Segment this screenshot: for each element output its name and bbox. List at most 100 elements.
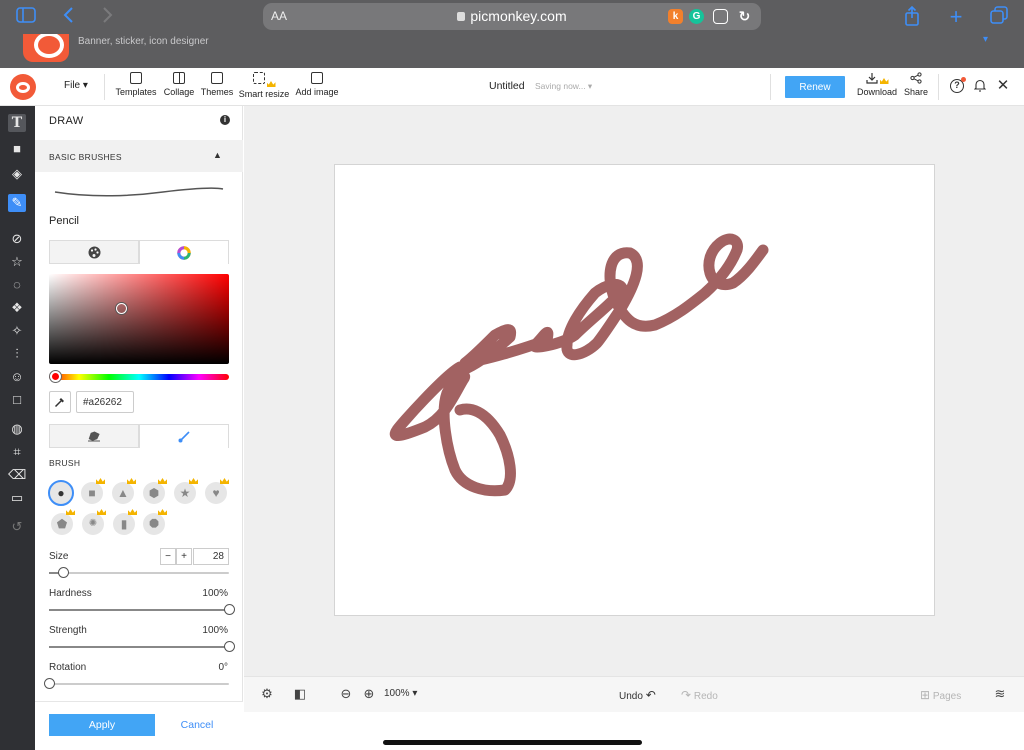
- tab-color-wheel[interactable]: [139, 240, 229, 264]
- redo-button[interactable]: ↷ Redo: [681, 688, 718, 702]
- zoom-level[interactable]: 100% ▾: [384, 688, 417, 699]
- document-title[interactable]: Untitled: [489, 80, 525, 92]
- strength-slider-fill: [49, 646, 229, 648]
- strength-slider[interactable]: [49, 641, 235, 652]
- back-icon[interactable]: [56, 6, 80, 28]
- extension-k-icon[interactable]: k: [668, 9, 683, 24]
- overlay-icon[interactable]: ◍: [8, 420, 26, 438]
- effects-icon[interactable]: ◌: [8, 276, 26, 294]
- new-tab-icon[interactable]: +: [944, 6, 968, 28]
- drawing-canvas[interactable]: [334, 164, 935, 616]
- eraser-icon[interactable]: ⌫: [8, 466, 26, 484]
- info-icon[interactable]: i: [220, 115, 230, 125]
- hue-slider[interactable]: [49, 374, 229, 380]
- canvas-frame-icon[interactable]: □: [8, 391, 26, 409]
- eyedropper-icon[interactable]: [49, 391, 71, 413]
- pages-button[interactable]: ⊞ Pages: [920, 688, 961, 702]
- sidebar-toggle-icon[interactable]: [14, 6, 38, 28]
- zoom-in-icon[interactable]: ⊕: [362, 687, 376, 701]
- brush-shape-blob[interactable]: ⬟: [51, 509, 75, 535]
- frames-icon[interactable]: ❖: [8, 299, 26, 317]
- forward-icon[interactable]: [96, 6, 120, 28]
- hexagon-icon: ⬢: [148, 486, 160, 500]
- reload-icon[interactable]: ↻: [737, 9, 752, 24]
- magic-wand-icon[interactable]: ✧: [8, 322, 26, 340]
- extension-icon[interactable]: [713, 9, 728, 24]
- tab-eraser[interactable]: [49, 424, 139, 448]
- camera-icon[interactable]: ■: [8, 140, 26, 158]
- graphics-icon[interactable]: ◈: [8, 165, 26, 183]
- size-input[interactable]: [193, 548, 229, 565]
- size-slider[interactable]: [49, 567, 229, 578]
- color-saturation-field[interactable]: [49, 274, 229, 364]
- compare-icon[interactable]: ◧: [293, 687, 307, 701]
- textures-icon[interactable]: ⊘: [8, 230, 26, 248]
- size-decrease-button[interactable]: −: [160, 548, 176, 565]
- draw-tool-icon[interactable]: ✎: [8, 194, 26, 212]
- saving-status[interactable]: Saving now... ▾: [535, 81, 592, 92]
- apply-button[interactable]: Apply: [49, 714, 155, 736]
- cancel-button[interactable]: Cancel: [172, 714, 222, 736]
- file-menu[interactable]: File ▾: [64, 80, 88, 91]
- app-banner-subtitle: Banner, sticker, icon designer: [78, 36, 209, 47]
- size-slider-handle[interactable]: [58, 567, 70, 578]
- brush-shape-triangle[interactable]: ▲: [112, 478, 136, 504]
- chevron-up-icon[interactable]: ▲: [213, 150, 222, 160]
- color-picker-handle[interactable]: [116, 303, 127, 314]
- strength-slider-handle[interactable]: [224, 641, 235, 652]
- brush-preview[interactable]: [53, 180, 225, 200]
- themes-button[interactable]: Themes: [199, 72, 235, 97]
- comments-icon[interactable]: ▭: [8, 489, 26, 507]
- zoom-out-icon[interactable]: ⊖: [339, 687, 353, 701]
- grammarly-icon[interactable]: G: [689, 9, 704, 24]
- collage-button[interactable]: Collage: [161, 72, 197, 97]
- undo-button[interactable]: Undo ↶: [619, 688, 656, 702]
- rotation-slider[interactable]: [44, 678, 229, 689]
- hex-color-input[interactable]: [76, 391, 134, 413]
- brush-shape-heart[interactable]: ♥: [205, 478, 229, 504]
- brush-shape-octagon[interactable]: ⯃: [143, 509, 167, 535]
- layers-icon[interactable]: ≋: [993, 687, 1007, 701]
- smart-resize-button[interactable]: Smart resize: [237, 72, 291, 99]
- bell-icon[interactable]: [973, 79, 987, 93]
- add-image-button[interactable]: Add image: [293, 72, 341, 97]
- brush-shape-splatter[interactable]: ✺: [82, 509, 106, 535]
- picmonkey-logo-icon[interactable]: [10, 74, 36, 100]
- hue-slider-handle[interactable]: [50, 371, 61, 382]
- settings-gear-icon[interactable]: ⚙: [260, 687, 274, 701]
- brush-shape-square[interactable]: ■: [81, 478, 105, 504]
- share-sheet-icon[interactable]: [900, 5, 924, 28]
- star-icon[interactable]: ☆: [8, 253, 26, 271]
- brush-shape-hexagon[interactable]: ⬢: [143, 478, 167, 504]
- brush-shape-star[interactable]: ★: [174, 478, 198, 504]
- adjust-sliders-icon[interactable]: ⫶: [8, 345, 26, 363]
- hardness-slider[interactable]: [49, 604, 235, 615]
- chevron-down-icon[interactable]: ▾: [983, 34, 988, 45]
- touch-up-icon[interactable]: ☺: [8, 368, 26, 386]
- download-button[interactable]: Download: [855, 72, 899, 97]
- history-icon[interactable]: ↺: [8, 518, 26, 536]
- app-install-banner[interactable]: Banner, sticker, icon designer ▾: [0, 34, 1024, 68]
- renew-button[interactable]: Renew: [785, 76, 845, 98]
- hardness-value: 100%: [202, 588, 228, 599]
- home-indicator[interactable]: [383, 740, 642, 745]
- address-bar[interactable]: AA picmonkey.com k G ↻: [263, 3, 761, 30]
- brush-shape-chisel[interactable]: ▮: [113, 509, 137, 535]
- pages-icon: ⊞: [920, 688, 931, 702]
- tabs-overview-icon[interactable]: [987, 6, 1011, 28]
- tab-brush[interactable]: [139, 424, 229, 448]
- tab-palette[interactable]: [49, 240, 139, 264]
- redo-icon: ↷: [681, 688, 692, 702]
- templates-button[interactable]: Templates: [114, 72, 158, 97]
- brush-shape-circle[interactable]: ●: [48, 480, 74, 506]
- crop-icon[interactable]: ⌗: [8, 443, 26, 461]
- share-button[interactable]: Share: [902, 72, 930, 97]
- close-icon[interactable]: ✕: [996, 78, 1010, 93]
- basic-brushes-header[interactable]: BASIC BRUSHES ▲: [35, 140, 243, 172]
- rotation-slider-handle[interactable]: [44, 678, 55, 689]
- smart-resize-icon: [252, 72, 265, 84]
- hardness-slider-handle[interactable]: [224, 604, 235, 615]
- premium-crown-icon: [66, 509, 75, 515]
- text-tool-icon[interactable]: T: [8, 114, 26, 132]
- size-increase-button[interactable]: +: [176, 548, 192, 565]
